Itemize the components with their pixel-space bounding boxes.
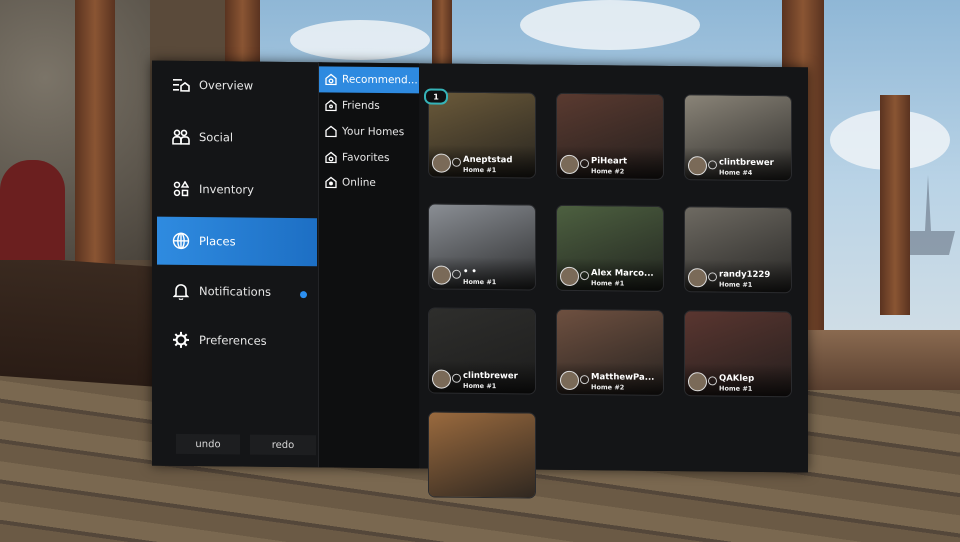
public-globe-icon	[708, 376, 717, 386]
railing	[800, 330, 960, 390]
public-globe-icon	[708, 160, 717, 170]
wood-pillar	[75, 0, 115, 270]
nav-item-places[interactable]: Places	[157, 216, 317, 267]
home-star-icon	[325, 73, 337, 86]
wood-pillar	[880, 95, 910, 315]
cloud	[520, 0, 700, 50]
place-owner: PiHeart	[591, 156, 628, 167]
subnav-item-your-homes[interactable]: Your Homes	[319, 118, 419, 145]
place-owner: Aneptstad	[463, 154, 513, 166]
nav-item-label: Notifications	[199, 284, 271, 299]
public-globe-icon	[452, 373, 461, 383]
place-card[interactable]: Aneptstad Home #1	[428, 91, 536, 179]
globe-icon	[171, 231, 191, 251]
subnav-item-label: Your Homes	[342, 125, 405, 139]
place-thumbnail	[429, 412, 535, 498]
home-heart-icon	[325, 151, 337, 164]
place-owner: • •	[463, 266, 477, 277]
bell-icon	[171, 281, 191, 301]
place-owner: Alex Marco...	[591, 268, 654, 279]
owner-avatar	[688, 268, 707, 288]
place-owner: clintbrewer	[463, 370, 518, 382]
people-icon	[171, 127, 191, 147]
place-card[interactable]: QAKlep Home #1	[684, 310, 792, 398]
owner-avatar	[688, 372, 707, 392]
wood-pillar	[225, 0, 260, 70]
places-grid: Aneptstad Home #1 PiHeart Home #2 clintbrewe…	[420, 63, 808, 499]
subnav-item-friends[interactable]: Friends	[319, 92, 419, 119]
nav-item-notifications[interactable]: Notifications	[157, 267, 317, 317]
place-card[interactable]: clintbrewer Home #1	[428, 307, 536, 395]
owner-avatar	[688, 156, 707, 176]
public-globe-icon	[580, 159, 589, 169]
nav-item-label: Inventory	[199, 182, 254, 197]
place-card[interactable]: Alex Marco... Home #1	[556, 204, 664, 292]
owner-avatar	[432, 265, 451, 285]
overview-icon	[171, 75, 191, 95]
public-globe-icon	[452, 269, 461, 279]
main-nav: Overview Social Inventory Places Notific…	[152, 60, 322, 468]
place-home-number: Home #1	[463, 381, 497, 391]
home-people-icon	[325, 99, 337, 112]
owner-avatar	[432, 153, 451, 173]
chair	[0, 160, 65, 260]
nav-item-label: Places	[199, 234, 236, 249]
home-online-icon	[325, 176, 337, 189]
cloud	[290, 20, 430, 60]
nav-item-label: Social	[199, 130, 234, 145]
public-globe-icon	[580, 271, 589, 281]
place-card[interactable]: randy1229 Home #1	[684, 206, 792, 294]
subnav-item-label: Friends	[342, 99, 380, 112]
subnav-item-label: Online	[342, 176, 376, 189]
owner-avatar	[432, 369, 451, 389]
nav-item-label: Preferences	[199, 333, 267, 348]
nav-item-social[interactable]: Social	[157, 113, 317, 163]
gear-icon	[171, 330, 191, 350]
place-home-number: Home #1	[719, 280, 753, 289]
place-card[interactable]: clintbrewer Home #4	[684, 94, 792, 182]
place-home-number: Home #1	[719, 384, 753, 393]
undo-button[interactable]: undo	[176, 433, 240, 455]
rank-badge: 1	[424, 88, 448, 105]
subnav-item-favorites[interactable]: Favorites	[319, 144, 419, 171]
shapes-icon	[171, 179, 191, 199]
place-owner: MatthewPa...	[591, 372, 655, 383]
owner-avatar	[560, 266, 579, 287]
public-globe-icon	[708, 272, 717, 282]
place-home-number: Home #2	[591, 383, 625, 392]
nav-item-inventory[interactable]: Inventory	[157, 165, 317, 215]
place-home-number: Home #1	[463, 165, 497, 175]
place-home-number: Home #2	[591, 167, 625, 176]
place-card[interactable]: MatthewPa... Home #2	[556, 308, 664, 396]
nav-item-label: Overview	[199, 78, 254, 93]
owner-avatar	[560, 370, 579, 391]
redo-button[interactable]: redo	[250, 434, 316, 456]
public-globe-icon	[580, 375, 589, 385]
menu-panel: Overview Social Inventory Places Notific…	[152, 60, 808, 499]
public-globe-icon	[452, 157, 461, 167]
wood-pillar	[432, 0, 452, 70]
subnav-item-label: Favorites	[342, 151, 390, 165]
place-owner: clintbrewer	[719, 157, 774, 169]
notification-badge-dot	[300, 291, 307, 299]
place-card[interactable]	[428, 411, 536, 499]
nav-item-overview[interactable]: Overview	[157, 61, 317, 111]
subnav-item-recommended[interactable]: Recommend...	[319, 66, 419, 94]
owner-avatar	[560, 154, 579, 175]
places-subnav: Recommend... Friends Your Homes Favorite…	[318, 62, 419, 469]
place-home-number: Home #1	[463, 277, 497, 287]
place-card[interactable]: • • Home #1	[428, 203, 536, 291]
place-owner: QAKlep	[719, 373, 755, 384]
place-card[interactable]: PiHeart Home #2	[556, 92, 664, 180]
nav-item-preferences[interactable]: Preferences	[157, 316, 317, 366]
subnav-item-online[interactable]: Online	[319, 169, 419, 196]
place-home-number: Home #4	[719, 168, 753, 177]
subnav-item-label: Recommend...	[342, 73, 418, 87]
place-owner: randy1229	[719, 269, 771, 281]
place-home-number: Home #1	[591, 279, 625, 288]
home-icon	[325, 125, 337, 138]
